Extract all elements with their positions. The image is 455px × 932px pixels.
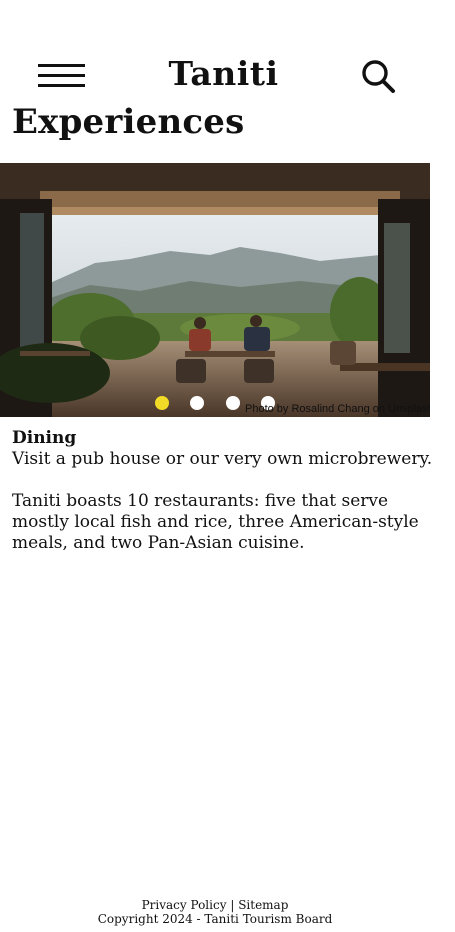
sitemap-link[interactable]: Sitemap bbox=[238, 898, 288, 912]
section-lead: Visit a pub house or our very own microb… bbox=[12, 449, 433, 469]
section-heading: Dining bbox=[12, 428, 77, 448]
section-body: Taniti boasts 10 restaurants: five that … bbox=[12, 491, 419, 553]
footer-links: Privacy Policy | Sitemap bbox=[0, 898, 430, 912]
carousel-dot-3[interactable] bbox=[226, 396, 240, 410]
image-carousel[interactable]: Photo by Rosalind Chang on Unsplash bbox=[0, 163, 430, 417]
carousel-dot-1[interactable] bbox=[155, 396, 169, 410]
copyright-text: Copyright 2024 - Taniti Tourism Board bbox=[97, 912, 333, 926]
dining-photo bbox=[0, 163, 430, 417]
page-title: Experiences bbox=[12, 102, 245, 142]
site-footer: Privacy Policy | Sitemap Copyright 2024 … bbox=[0, 898, 430, 926]
site-header: Taniti bbox=[0, 52, 455, 102]
footer-separator: | bbox=[230, 898, 235, 912]
carousel-dot-2[interactable] bbox=[190, 396, 204, 410]
search-icon[interactable] bbox=[360, 58, 398, 96]
privacy-policy-link[interactable]: Privacy Policy bbox=[142, 898, 227, 912]
photo-credit[interactable]: Photo by Rosalind Chang on Unsplash bbox=[245, 403, 430, 415]
